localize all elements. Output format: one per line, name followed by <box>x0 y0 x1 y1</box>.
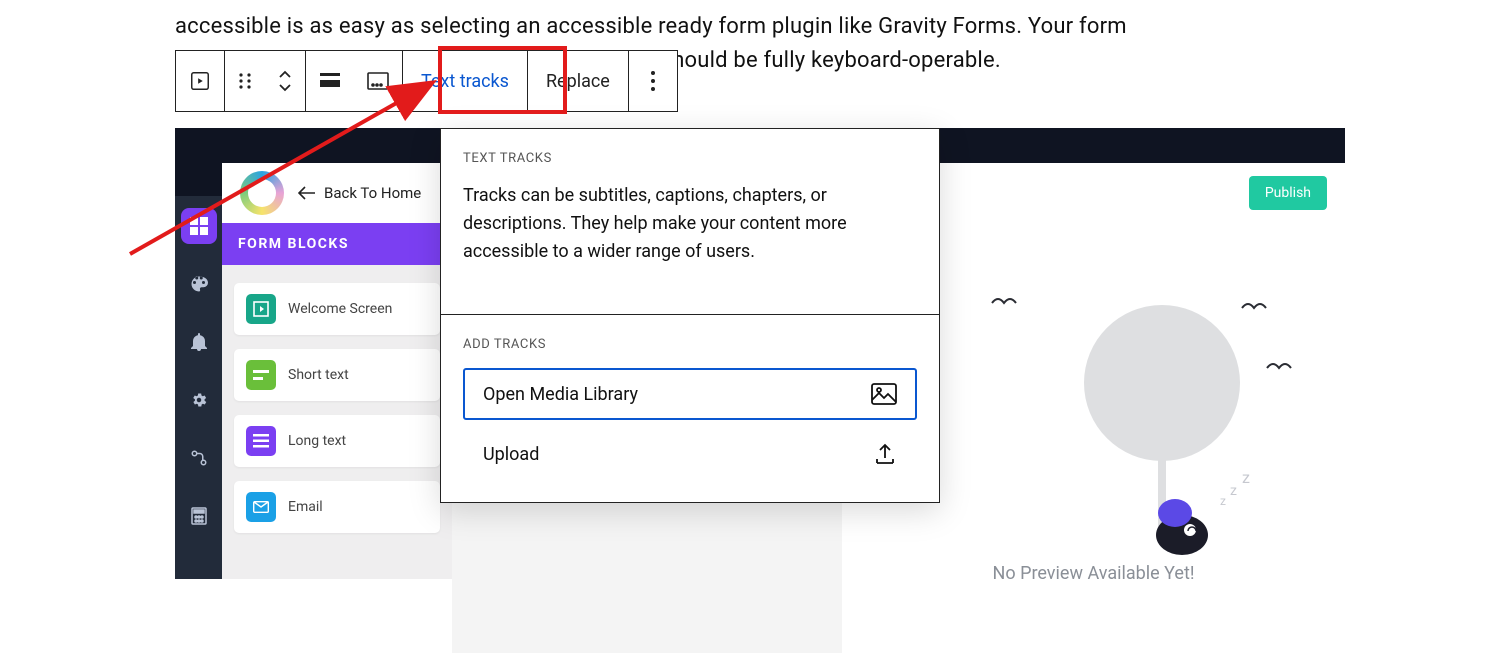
svg-text:z: z <box>1230 483 1237 499</box>
text-tracks-popover: TEXT TRACKS Tracks can be subtitles, cap… <box>440 128 940 503</box>
publish-button[interactable]: Publish <box>1249 176 1327 210</box>
block-welcome-label: Welcome Screen <box>288 301 392 317</box>
rail-settings-icon[interactable] <box>181 382 217 418</box>
back-to-home-label: Back To Home <box>324 184 421 202</box>
align-icon[interactable] <box>306 51 354 111</box>
svg-text:z: z <box>1242 468 1250 487</box>
form-blocks-panel: FORM BLOCKS Welcome Screen Short text Lo… <box>222 223 452 579</box>
upload-icon <box>873 442 897 466</box>
email-icon <box>246 492 276 522</box>
block-long-text[interactable]: Long text <box>234 415 440 467</box>
welcome-icon <box>246 294 276 324</box>
rail-theme-icon[interactable] <box>181 266 217 302</box>
text-tracks-button[interactable]: Text tracks <box>403 51 527 111</box>
block-email[interactable]: Email <box>234 481 440 533</box>
short-text-icon <box>246 360 276 390</box>
image-icon <box>871 383 897 405</box>
arrow-left-icon <box>298 186 316 200</box>
upload-button[interactable]: Upload <box>463 428 917 480</box>
back-to-home-link[interactable]: Back To Home <box>298 184 421 202</box>
long-text-icon <box>246 426 276 456</box>
rail-integrations-icon[interactable] <box>181 440 217 476</box>
popover-heading: TEXT TRACKS <box>463 151 917 166</box>
block-email-label: Email <box>288 499 323 515</box>
article-line-1: accessible is as easy as selecting an ac… <box>175 14 1127 39</box>
open-media-library-label: Open Media Library <box>483 384 638 405</box>
block-short-text[interactable]: Short text <box>234 349 440 401</box>
rail-notifications-icon[interactable] <box>181 324 217 360</box>
upload-label: Upload <box>483 444 539 465</box>
form-blocks-title: FORM BLOCKS <box>222 223 452 265</box>
block-toolbar: Text tracks Replace <box>175 50 678 112</box>
empty-state-illustration: z z z <box>982 273 1302 573</box>
side-rail <box>175 196 222 579</box>
no-preview-text: No Preview Available Yet! <box>842 563 1345 584</box>
drag-handle-icon[interactable] <box>225 51 265 111</box>
aspect-ratio-icon[interactable] <box>354 51 402 111</box>
rail-blocks-icon[interactable] <box>181 208 217 244</box>
block-welcome-screen[interactable]: Welcome Screen <box>234 283 440 335</box>
popover-body: Tracks can be subtitles, captions, chapt… <box>463 182 917 266</box>
svg-text:z: z <box>1220 494 1226 508</box>
move-up-down-icon[interactable] <box>265 51 305 111</box>
block-short-label: Short text <box>288 367 349 383</box>
block-long-label: Long text <box>288 433 346 449</box>
app-logo <box>240 171 284 215</box>
replace-button[interactable]: Replace <box>528 51 628 111</box>
more-options-icon[interactable] <box>629 51 677 111</box>
article-line-2-tail: should be fully keyboard-operable. <box>655 48 1001 73</box>
add-tracks-heading: ADD TRACKS <box>463 337 917 352</box>
open-media-library-button[interactable]: Open Media Library <box>463 368 917 420</box>
block-type-video-icon[interactable] <box>176 51 224 111</box>
rail-calculator-icon[interactable] <box>181 498 217 534</box>
